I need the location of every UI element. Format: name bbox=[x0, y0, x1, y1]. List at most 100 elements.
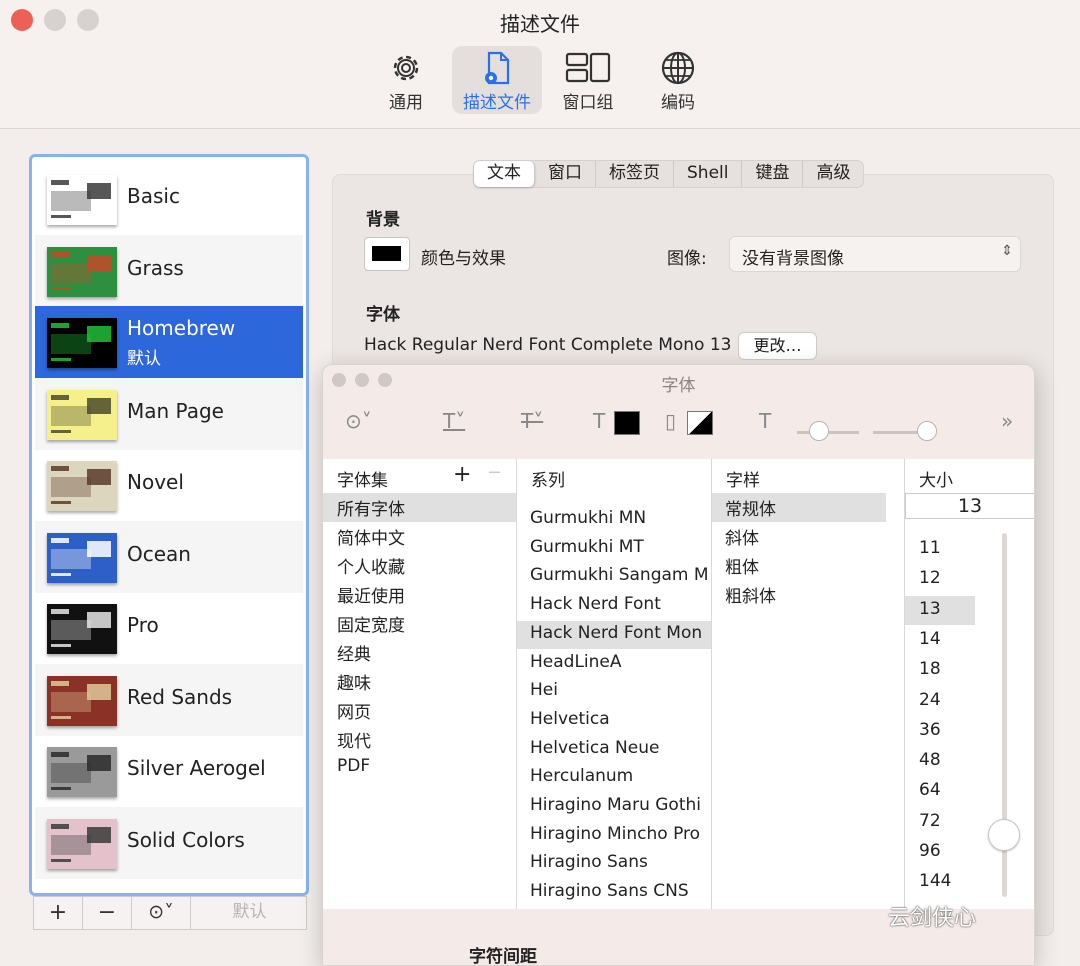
thumbnail-detail bbox=[51, 752, 69, 757]
tab-window-groups[interactable]: 窗口组 bbox=[543, 46, 633, 114]
settings-tab[interactable]: 键盘 bbox=[742, 161, 804, 187]
typeface-item[interactable]: 粗体 bbox=[725, 553, 759, 578]
set-default-button[interactable]: 默认 bbox=[191, 897, 308, 929]
family-item[interactable]: Gurmukhi Sangam M bbox=[530, 565, 709, 585]
profile-row[interactable]: Red Sands bbox=[35, 663, 303, 736]
thumbnail-detail bbox=[51, 787, 71, 790]
profile-row[interactable]: Basic bbox=[35, 163, 303, 235]
profile-actions-menu[interactable]: ⊙˅ bbox=[132, 897, 191, 929]
size-item[interactable]: 96 bbox=[919, 841, 941, 861]
family-item[interactable]: Helvetica Neue bbox=[530, 738, 659, 758]
expand-toolbar-icon[interactable]: » bbox=[1001, 409, 1013, 433]
document-color-icon[interactable]: ▯ bbox=[665, 409, 676, 433]
settings-tab[interactable]: Shell bbox=[674, 161, 743, 187]
background-image-value: 没有背景图像 bbox=[742, 249, 844, 269]
profile-row[interactable]: Novel bbox=[35, 449, 303, 521]
text-shadow-icon[interactable]: T bbox=[759, 409, 771, 433]
family-item[interactable]: Hiragino Sans bbox=[530, 852, 648, 872]
actions-menu-icon[interactable]: ⊙˅ bbox=[345, 409, 372, 433]
thumbnail-detail bbox=[51, 286, 71, 290]
text-color-swatch[interactable] bbox=[614, 411, 640, 435]
shadow-blur-slider[interactable] bbox=[917, 421, 937, 441]
profile-list-footer: + − ⊙˅ 默认 bbox=[33, 896, 307, 930]
document-color-swatch[interactable] bbox=[687, 411, 713, 435]
size-item[interactable]: 12 bbox=[919, 568, 941, 588]
family-item[interactable]: Hiragino Maru Gothi bbox=[530, 795, 701, 815]
family-item[interactable]: Hack Nerd Font bbox=[530, 594, 661, 614]
size-item[interactable]: 11 bbox=[919, 538, 941, 558]
settings-tab[interactable]: 高级 bbox=[803, 161, 863, 187]
size-item[interactable]: 72 bbox=[919, 811, 941, 831]
background-color-swatch[interactable] bbox=[364, 237, 410, 271]
settings-tab[interactable]: 文本 bbox=[474, 161, 535, 187]
collection-item[interactable]: 固定宽度 bbox=[337, 611, 405, 636]
thumbnail-detail bbox=[51, 323, 69, 328]
size-item[interactable]: 36 bbox=[919, 720, 941, 740]
tab-encodings[interactable]: 编码 bbox=[633, 46, 723, 114]
size-item[interactable]: 48 bbox=[919, 750, 941, 770]
collection-item[interactable]: 现代 bbox=[337, 727, 371, 752]
thumbnail-detail bbox=[51, 823, 69, 829]
add-collection-button[interactable]: + bbox=[453, 462, 471, 487]
thumbnail-detail bbox=[51, 609, 69, 614]
size-slider-knob[interactable] bbox=[988, 819, 1020, 851]
text-underline-icon[interactable]: T˅ bbox=[443, 409, 465, 433]
text-color-icon[interactable]: T bbox=[593, 409, 605, 433]
collection-item[interactable]: 网页 bbox=[337, 698, 371, 723]
profile-name: Man Page bbox=[127, 398, 224, 423]
profile-list[interactable]: Basic Grass Homebrew 默认 Man Page Novel Ocean Pr… bbox=[29, 154, 309, 896]
collection-item[interactable]: 趣味 bbox=[337, 669, 371, 694]
tab-general[interactable]: 通用 bbox=[361, 46, 451, 114]
profile-thumbnail bbox=[47, 818, 117, 869]
settings-tab[interactable]: 标签页 bbox=[596, 161, 674, 187]
family-item[interactable]: Helvetica bbox=[530, 709, 610, 729]
size-item[interactable]: 13 bbox=[919, 599, 941, 619]
typeface-item[interactable]: 斜体 bbox=[725, 524, 759, 549]
typeface-item[interactable]: 粗斜体 bbox=[725, 582, 776, 607]
size-item[interactable]: 144 bbox=[919, 871, 951, 891]
collection-item[interactable]: 最近使用 bbox=[337, 582, 405, 607]
family-item[interactable]: Hack Nerd Font Mon bbox=[530, 623, 702, 643]
size-item[interactable]: 14 bbox=[919, 629, 941, 649]
profile-name: Solid Colors bbox=[127, 827, 245, 852]
family-item[interactable]: Hei bbox=[530, 680, 558, 700]
family-item[interactable]: Gurmukhi MT bbox=[530, 537, 644, 557]
font-size-input[interactable]: 13 bbox=[905, 493, 1034, 519]
size-item[interactable]: 24 bbox=[919, 690, 941, 710]
shadow-opacity-slider[interactable] bbox=[809, 421, 829, 441]
remove-collection-button[interactable]: − bbox=[487, 462, 502, 483]
profile-name: Silver Aerogel bbox=[127, 756, 266, 780]
remove-profile-button[interactable]: − bbox=[83, 897, 132, 929]
change-font-button[interactable]: 更改… bbox=[738, 332, 817, 360]
family-item[interactable]: Hiragino Mincho Pro bbox=[530, 824, 700, 844]
collection-item[interactable]: 经典 bbox=[337, 640, 371, 665]
collection-item[interactable]: 个人收藏 bbox=[337, 553, 405, 578]
text-strikethrough-icon[interactable]: T˅ bbox=[521, 409, 543, 433]
settings-tab[interactable]: 窗口 bbox=[535, 161, 596, 187]
size-item[interactable]: 18 bbox=[919, 659, 941, 679]
size-item[interactable]: 64 bbox=[919, 780, 941, 800]
family-item[interactable]: Gurmukhi MN bbox=[530, 508, 646, 528]
collection-item[interactable]: 简体中文 bbox=[337, 524, 405, 549]
family-item[interactable]: Hiragino Sans CNS bbox=[530, 881, 689, 901]
add-profile-button[interactable]: + bbox=[34, 897, 83, 929]
profile-row[interactable]: Grass bbox=[35, 234, 303, 307]
updown-chevron-icon: ⇕ bbox=[1001, 243, 1013, 259]
profile-row[interactable]: Silver Aerogel bbox=[35, 735, 303, 807]
profile-name: Homebrew bbox=[127, 316, 236, 340]
collection-item[interactable]: 所有字体 bbox=[337, 495, 405, 520]
typeface-item[interactable]: 常规体 bbox=[725, 495, 776, 520]
family-header: 系列 bbox=[531, 471, 565, 491]
font-panel: 字体 ⊙˅ T˅ T˅ T ▯ T » 字体集 + − 系列 字样 大小 所有字… bbox=[322, 364, 1035, 966]
family-item[interactable]: HeadLineA bbox=[530, 652, 622, 672]
profile-row[interactable]: Ocean bbox=[35, 520, 303, 593]
collection-item[interactable]: PDF bbox=[337, 756, 370, 776]
background-image-select[interactable]: 没有背景图像 ⇕ bbox=[729, 236, 1021, 272]
profile-row[interactable]: Solid Colors bbox=[35, 806, 303, 879]
profile-row[interactable]: Pro bbox=[35, 592, 303, 664]
profile-row[interactable]: Man Page bbox=[35, 377, 303, 450]
profile-row[interactable]: Homebrew 默认 bbox=[35, 306, 303, 378]
thumbnail-detail bbox=[51, 834, 91, 855]
family-item[interactable]: Herculanum bbox=[530, 766, 633, 786]
tab-profiles[interactable]: 描述文件 bbox=[452, 46, 542, 114]
